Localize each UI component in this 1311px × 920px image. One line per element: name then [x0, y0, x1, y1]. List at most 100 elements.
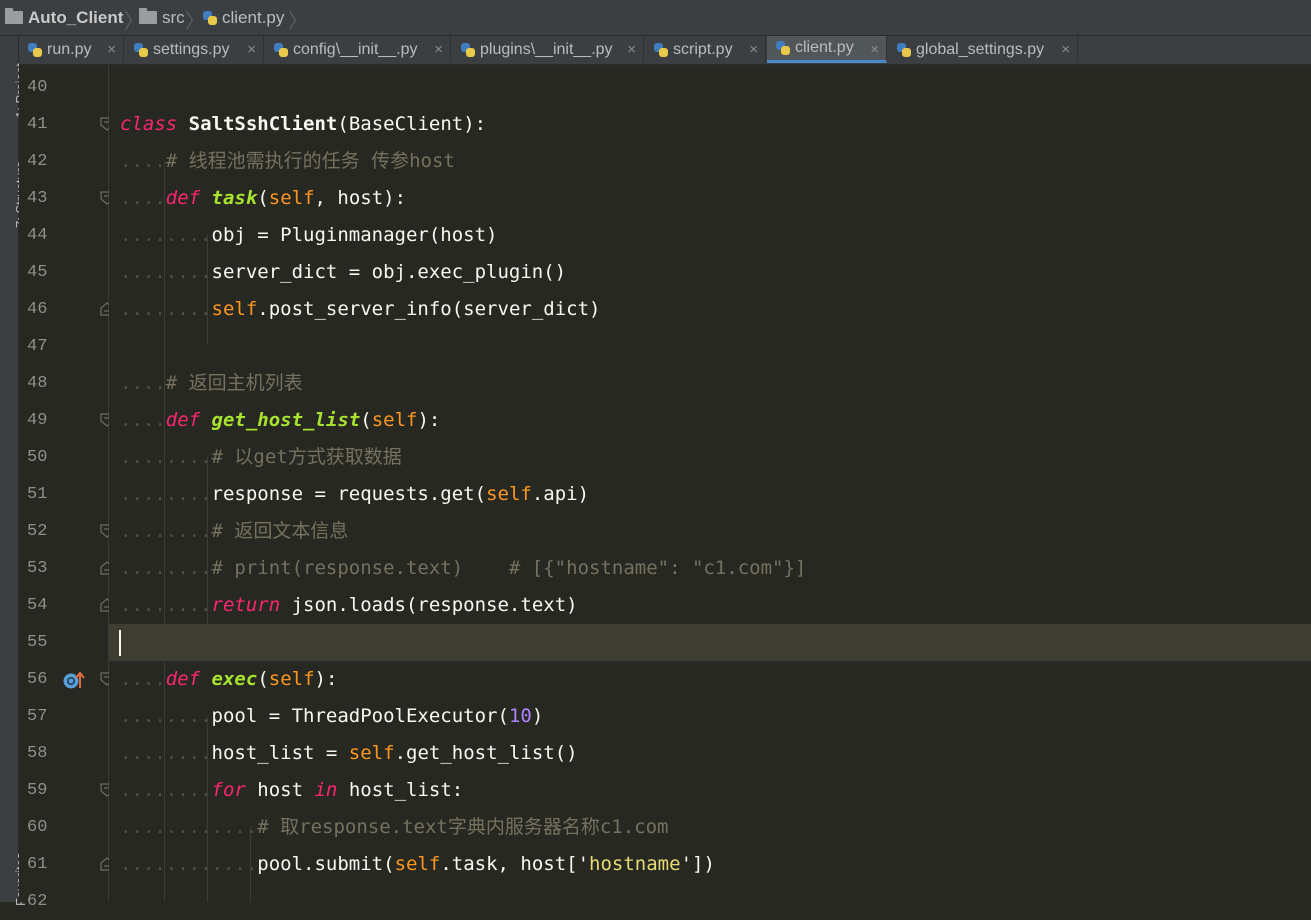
folder-icon [139, 8, 157, 24]
code-token: def [165, 668, 201, 690]
tab-script-py[interactable]: script.py × [645, 36, 766, 63]
code-token: self [268, 187, 315, 209]
python-file-icon [273, 42, 289, 58]
line-number: 41 [27, 115, 48, 134]
code-token: ( [257, 668, 269, 690]
code-line-51[interactable]: ........response = requests.get(self.api… [109, 476, 1311, 513]
whitespace-marker: ........ [120, 446, 212, 468]
python-file-icon [775, 40, 791, 56]
line-number: 57 [27, 707, 48, 726]
code-token: host [245, 779, 315, 801]
whitespace-marker: .... [120, 150, 166, 172]
code-line-62[interactable] [109, 883, 1311, 902]
project-tool-tab[interactable]: 1: Project [0, 44, 28, 124]
whitespace-marker: ........ [120, 779, 212, 801]
line-number: 59 [27, 781, 48, 800]
code-token: .post_server_info(server_dict) [257, 298, 601, 320]
code-line-50[interactable]: ........# 以get方式获取数据 [109, 439, 1311, 476]
code-line-45[interactable]: ........server_dict = obj.exec_plugin() [109, 254, 1311, 291]
structure-tool-tab[interactable]: 7: Structure [0, 136, 28, 236]
breadcrumb-file[interactable]: client.py [202, 0, 284, 35]
code-line-55[interactable] [109, 624, 1311, 661]
breadcrumb-project[interactable]: Auto_Client [5, 0, 123, 35]
close-icon[interactable]: × [434, 41, 443, 58]
code-line-46[interactable]: ........self.post_server_info(server_dic… [109, 291, 1311, 328]
code-line-59[interactable]: ........for host in host_list: [109, 772, 1311, 809]
code-token: # 取response.text字典内服务器名称c1.com [257, 816, 669, 838]
breadcrumb-separator-icon: 〉 [288, 11, 308, 33]
code-token: self [486, 483, 532, 505]
code-line-48[interactable]: ....# 返回主机列表 [109, 365, 1311, 402]
line-number: 40 [27, 78, 48, 97]
tab-label: script.py [673, 40, 733, 58]
close-icon[interactable]: × [627, 41, 636, 58]
code-token: hostname [589, 853, 681, 875]
code-line-61[interactable]: ............pool.submit(self.task, host[… [109, 846, 1311, 883]
code-token: pool = ThreadPoolExecutor( [211, 705, 509, 727]
line-number: 51 [27, 485, 48, 504]
line-number: 61 [27, 855, 48, 874]
code-line-60[interactable]: ............# 取response.text字典内服务器名称c1.c… [109, 809, 1311, 846]
code-token: pool.submit( [257, 853, 395, 875]
close-icon[interactable]: × [107, 41, 116, 58]
code-line-57[interactable]: ........pool = ThreadPoolExecutor(10) [109, 698, 1311, 735]
code-line-53[interactable]: ........# print(response.text) # [{"host… [109, 550, 1311, 587]
code-line-54[interactable]: ........return json.loads(response.text) [109, 587, 1311, 624]
code-line-42[interactable]: ....# 线程池需执行的任务 传参host [109, 143, 1311, 180]
code-token: task [211, 187, 258, 209]
code-line-43[interactable]: ....def task(self, host): [109, 180, 1311, 217]
whitespace-marker: .... [120, 187, 166, 209]
close-icon[interactable]: × [749, 41, 758, 58]
breadcrumb-folder[interactable]: src [139, 0, 185, 35]
code-token: ) [531, 705, 544, 727]
code-line-44[interactable]: ........obj = Pluginmanager(host) [109, 217, 1311, 254]
code-token: self [211, 298, 258, 320]
code-token: json.loads(response.text) [280, 594, 578, 616]
code-token: ): [417, 409, 441, 431]
tab-global-settings-py[interactable]: global_settings.py × [888, 36, 1078, 63]
code-token: in [314, 779, 338, 801]
close-icon[interactable]: × [1061, 41, 1070, 58]
whitespace-marker: ........ [120, 224, 212, 246]
tab-label: run.py [47, 40, 92, 58]
tab-settings-py[interactable]: settings.py × [125, 36, 264, 63]
tab-label: plugins\__init__.py [480, 40, 613, 58]
code-token: def [165, 409, 201, 431]
code-line-49[interactable]: ....def get_host_list(self): [109, 402, 1311, 439]
override-method-icon[interactable] [62, 669, 90, 696]
code-line-41[interactable]: class SaltSshClient(BaseClient): [109, 106, 1311, 143]
code-line-58[interactable]: ........host_list = self.get_host_list() [109, 735, 1311, 772]
line-number: 52 [27, 522, 48, 541]
code-token: host_list = [211, 742, 349, 764]
line-number: 42 [27, 152, 48, 171]
code-line-47[interactable] [109, 328, 1311, 365]
line-number: 48 [27, 374, 48, 393]
code-token: def [165, 187, 201, 209]
breadcrumb-project-label: Auto_Client [28, 7, 124, 27]
tab-label: settings.py [153, 40, 230, 58]
code-line-52[interactable]: ........# 返回文本信息 [109, 513, 1311, 550]
line-number: 58 [27, 744, 48, 763]
tab-client-py[interactable]: client.py × [767, 36, 887, 63]
whitespace-marker: ........ [120, 520, 212, 542]
code-token: ( [257, 187, 269, 209]
favorites-tool-tab[interactable]: Favorites [0, 836, 28, 906]
navigation-bar: Auto_Client 〉 src 〉 client.py 〉 [0, 0, 1311, 36]
code-token: class [120, 113, 178, 135]
code-token: # 以get方式获取数据 [211, 446, 402, 468]
editor-tab-bar: run.py × settings.py × config\__init__.p… [19, 36, 1311, 65]
line-number: 47 [27, 337, 48, 356]
code-token: # 线程池需执行的任务 传参host [165, 150, 455, 172]
tab-run-py[interactable]: run.py × [19, 36, 124, 63]
tab-plugins-init-py[interactable]: plugins\__init__.py × [452, 36, 644, 63]
code-editor[interactable]: class SaltSshClient(BaseClient): ....# 线程… [109, 65, 1311, 902]
close-icon[interactable]: × [870, 41, 879, 58]
tab-config-init-py[interactable]: config\__init__.py × [265, 36, 451, 63]
code-line-56[interactable]: ....def exec(self): [109, 661, 1311, 698]
code-line-40[interactable] [109, 69, 1311, 106]
whitespace-marker: .... [120, 668, 166, 690]
editor-gutter[interactable]: 40 41 42 43 44 45 46 47 48 49 50 51 52 53 54 55 56 57 58 59… [19, 65, 114, 911]
close-icon[interactable]: × [247, 41, 256, 58]
